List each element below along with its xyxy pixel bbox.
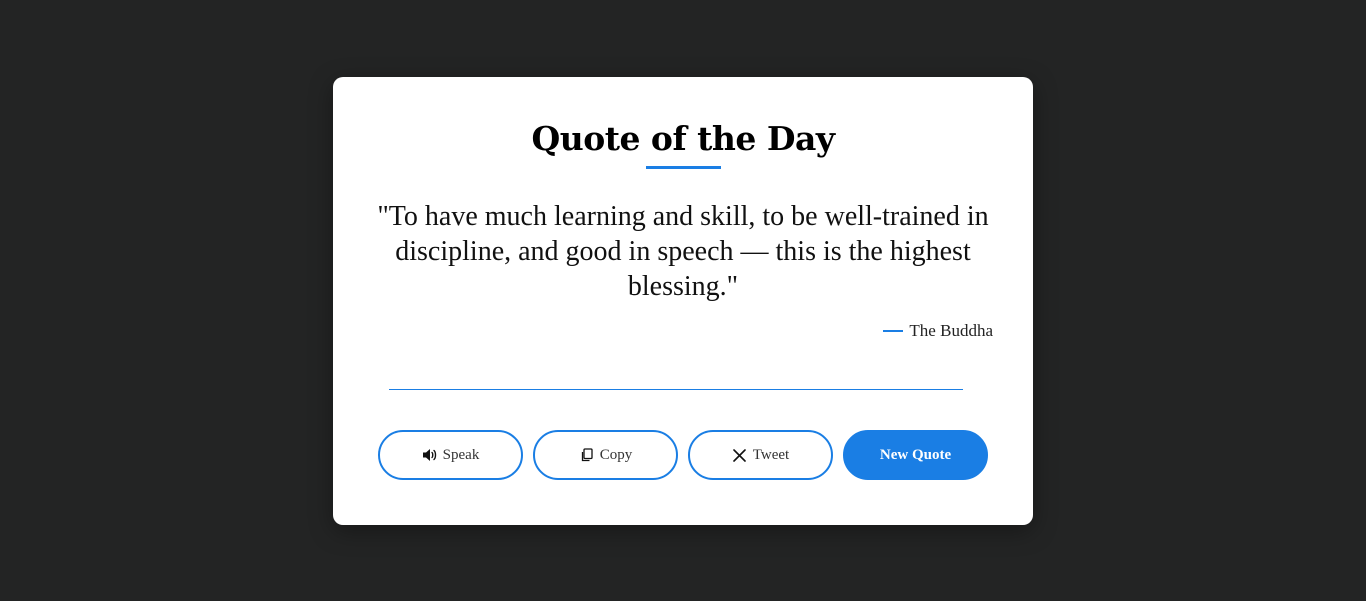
tweet-button-label: Tweet [752,446,790,463]
speak-button[interactable]: Speak [378,430,523,480]
quote-card: Quote of the Day "To have much learning … [333,77,1033,525]
x-logo-icon [732,447,748,463]
author-dash [883,330,904,332]
quote-author: The Buddha [909,321,993,340]
divider [389,389,963,390]
author-row: The Buddha [883,319,993,343]
page-title: Quote of the Day [531,119,835,158]
speak-button-label: Speak [442,446,480,463]
new-quote-button[interactable]: New Quote [843,430,988,480]
tweet-button[interactable]: Tweet [688,430,833,480]
button-row: Speak Copy Tweet New Quote [378,430,988,480]
title-underline [646,166,721,169]
quote-text: "To have much learning and skill, to be … [377,201,989,302]
new-quote-button-label: New Quote [879,446,952,463]
copy-button[interactable]: Copy [533,430,678,480]
copy-button-label: Copy [599,446,633,463]
speaker-icon [422,447,438,463]
copy-icon [579,447,595,463]
